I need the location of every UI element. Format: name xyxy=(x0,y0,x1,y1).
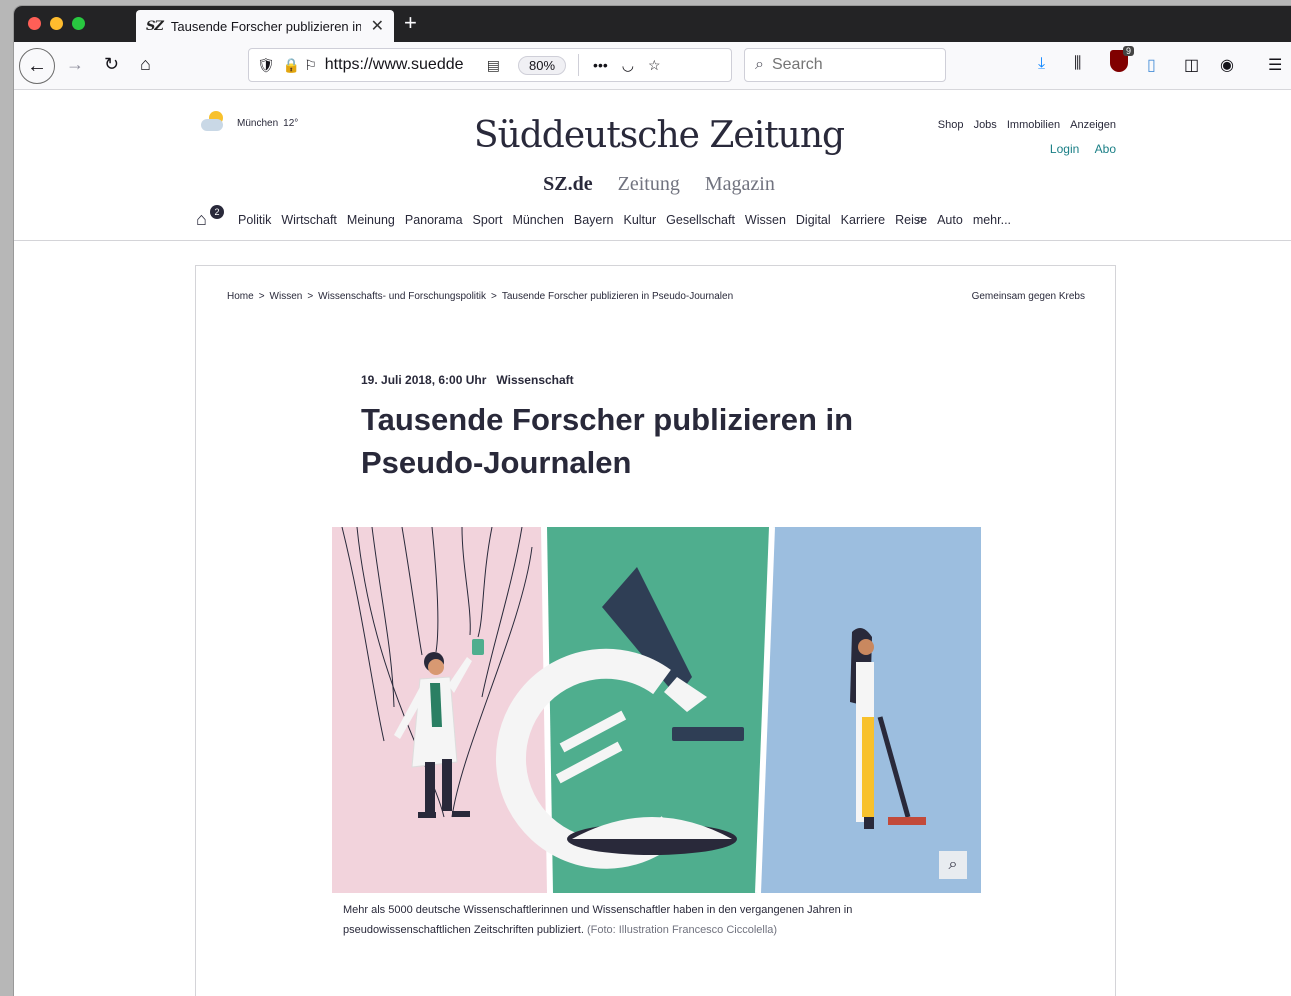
article-illustration[interactable]: ⌕ xyxy=(332,527,981,893)
library-icon[interactable]: ⫼ xyxy=(1074,55,1081,73)
nav-wirtschaft[interactable]: Wirtschaft xyxy=(281,213,337,227)
article-rubrik[interactable]: Wissenschaft xyxy=(496,373,573,387)
tracking-protection-shield-icon[interactable]: 🛡 xyxy=(257,57,275,74)
ressort-navigation: ⌂ 2 Politik Wirtschaft Meinung Panorama … xyxy=(196,205,1021,231)
search-bar[interactable]: ⌕ xyxy=(744,48,946,82)
nav-karriere[interactable]: Karriere xyxy=(841,213,885,227)
nav-auto[interactable]: Auto xyxy=(937,213,963,227)
link-anzeigen[interactable]: Anzeigen xyxy=(1070,119,1116,131)
tab-active[interactable]: SZ Tausende Forscher publizieren in Pseu… xyxy=(136,10,394,42)
pocket-icon[interactable]: ◡ xyxy=(622,57,634,74)
site-search-icon[interactable]: ⌕ xyxy=(916,211,925,229)
image-credit: (Foto: Illustration Francesco Ciccolella… xyxy=(586,924,778,936)
url-divider xyxy=(578,54,580,76)
document-extension-icon[interactable]: ▯ xyxy=(1147,55,1156,75)
reader-view-icon[interactable]: ▤ xyxy=(487,57,500,74)
nav-muenchen[interactable]: München xyxy=(512,213,563,227)
image-caption: Mehr als 5000 deutsche Wissenschaftlerin… xyxy=(343,900,943,940)
back-button[interactable]: ← xyxy=(19,48,55,84)
zoom-level-button[interactable]: 80% xyxy=(518,55,567,75)
page-actions-icon[interactable]: ••• xyxy=(593,57,608,73)
breadcrumb-wissen[interactable]: Wissen xyxy=(270,291,303,302)
login-link[interactable]: Login xyxy=(1050,142,1079,156)
tab-title: Tausende Forscher publizieren in Pseudo-… xyxy=(170,18,361,34)
navigation-toolbar: ← → ↻ ⌂ 🛡 🔒 ⚐ https://www.suedde ▤ 80% •… xyxy=(14,42,1291,90)
close-window-button[interactable] xyxy=(28,17,41,30)
minimize-window-button[interactable] xyxy=(50,17,63,30)
nav-mehr[interactable]: mehr... xyxy=(973,213,1011,227)
nav-kultur[interactable]: Kultur xyxy=(623,213,656,227)
article-headline: Tausende Forscher publizieren in Pseudo-… xyxy=(361,402,854,480)
account-links: Login Abo xyxy=(1038,142,1116,156)
subnav-sz-de[interactable]: SZ.de xyxy=(543,173,592,195)
url-bar[interactable]: 🛡 🔒 ⚐ https://www.suedde ▤ 80% ••• ◡ ☆ xyxy=(248,48,732,82)
magnifier-icon: ⌕ xyxy=(948,856,958,873)
breadcrumb: Home > Wissen > Wissenschafts- und Forschung… xyxy=(227,291,733,302)
permissions-icon[interactable]: ⚐ xyxy=(304,57,317,74)
ublock-extension-icon[interactable]: 9 xyxy=(1110,46,1134,72)
abo-link[interactable]: Abo xyxy=(1095,142,1116,156)
image-zoom-button[interactable]: ⌕ xyxy=(939,851,967,879)
home-nav-button[interactable]: ⌂ 2 xyxy=(196,205,224,231)
nav-meinung[interactable]: Meinung xyxy=(347,213,395,227)
lock-icon[interactable]: 🔒 xyxy=(283,57,300,74)
breadcrumb-separator: > xyxy=(258,291,265,302)
nav-bayern[interactable]: Bayern xyxy=(574,213,614,227)
url-text[interactable]: https://www.suedde xyxy=(325,56,477,74)
web-page: München 12° Süddeutsche Zeitung SZ.de Ze… xyxy=(14,91,1291,996)
forward-button[interactable]: → xyxy=(66,54,84,75)
link-immobilien[interactable]: Immobilien xyxy=(1007,119,1060,131)
nav-wissen[interactable]: Wissen xyxy=(745,213,786,227)
app-menu-icon[interactable]: ☰ xyxy=(1268,55,1282,75)
header-divider xyxy=(14,240,1291,241)
brand-subnav: SZ.de Zeitung Magazin xyxy=(14,173,1291,196)
notification-badge: 2 xyxy=(210,205,224,219)
bookmark-star-icon[interactable]: ☆ xyxy=(648,57,661,74)
article-meta: 19. Juli 2018, 6:00 Uhr Wissenschaft xyxy=(361,373,574,387)
nav-gesellschaft[interactable]: Gesellschaft xyxy=(666,213,735,227)
ublock-count-badge: 9 xyxy=(1122,46,1134,56)
subnav-magazin[interactable]: Magazin xyxy=(705,173,775,195)
browser-window: SZ Tausende Forscher publizieren in Pseu… xyxy=(14,6,1291,996)
reload-button[interactable]: ↻ xyxy=(104,54,119,75)
campaign-link[interactable]: Gemeinsam gegen Krebs xyxy=(972,291,1085,302)
nav-digital[interactable]: Digital xyxy=(796,213,831,227)
service-links: Shop Jobs Immobilien Anzeigen xyxy=(931,119,1116,131)
search-icon: ⌕ xyxy=(755,56,764,73)
home-icon: ⌂ xyxy=(196,209,207,229)
article-container: Home > Wissen > Wissenschafts- und Forschung… xyxy=(195,265,1116,996)
nav-sport[interactable]: Sport xyxy=(473,213,503,227)
breadcrumb-current: Tausende Forscher publizieren in Pseudo-… xyxy=(501,291,734,302)
account-icon[interactable]: ◉ xyxy=(1220,55,1234,75)
tab-bar: SZ Tausende Forscher publizieren in Pseu… xyxy=(14,6,1291,42)
breadcrumb-separator: > xyxy=(307,291,314,302)
link-shop[interactable]: Shop xyxy=(938,119,964,131)
subnav-zeitung[interactable]: Zeitung xyxy=(618,173,680,195)
article-date: 19. Juli 2018, 6:00 Uhr xyxy=(361,373,487,387)
nav-panorama[interactable]: Panorama xyxy=(405,213,463,227)
new-tab-button[interactable]: + xyxy=(404,10,417,36)
breadcrumb-separator: > xyxy=(491,291,497,302)
sz-favicon-icon: SZ xyxy=(146,18,164,34)
breadcrumb-home[interactable]: Home xyxy=(227,291,254,302)
downloads-icon[interactable]: ⤓ xyxy=(1038,55,1045,73)
nav-politik[interactable]: Politik xyxy=(238,213,271,227)
illustration-graphic xyxy=(332,527,981,893)
home-button[interactable]: ⌂ xyxy=(140,54,151,75)
search-input[interactable] xyxy=(771,56,922,74)
sidebar-toggle-icon[interactable]: ◫ xyxy=(1184,55,1199,75)
breadcrumb-forschungspolitik[interactable]: Wissenschafts- und Forschungspolitik xyxy=(318,291,486,302)
maximize-window-button[interactable] xyxy=(72,17,85,30)
link-jobs[interactable]: Jobs xyxy=(974,119,997,131)
close-tab-icon[interactable]: ✕ xyxy=(371,16,384,36)
